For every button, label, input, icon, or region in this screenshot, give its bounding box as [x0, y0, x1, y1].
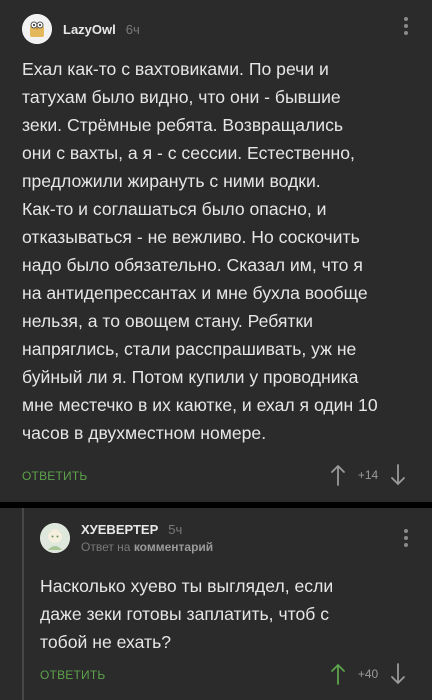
avatar[interactable]	[22, 14, 52, 44]
username[interactable]: LazyOwl	[63, 22, 116, 37]
arrow-down-icon[interactable]	[390, 662, 406, 686]
vote-controls: +40	[330, 662, 406, 686]
reply-prefix: Ответ на	[81, 540, 131, 554]
reply-comment-card: ХУЕВЕРТЕР 5ч Ответ на комментарий Наскол…	[0, 508, 432, 700]
more-vertical-icon[interactable]	[404, 529, 408, 547]
vote-controls: +14	[330, 463, 406, 487]
comment-header: LazyOwl 6ч	[22, 12, 140, 46]
comment-time: 6ч	[125, 21, 140, 37]
username[interactable]: ХУЕВЕРТЕР	[81, 522, 158, 537]
thread-line[interactable]	[22, 508, 24, 700]
rating-count: +40	[357, 667, 379, 681]
reply-to-line: Ответ на комментарий	[81, 540, 213, 554]
arrow-down-icon[interactable]	[390, 463, 406, 487]
comment-text: Ехал как-то с вахтовиками. По речи и тат…	[22, 59, 378, 443]
arrow-up-icon[interactable]	[330, 662, 346, 686]
reply-button[interactable]: ОТВЕТИТЬ	[40, 668, 105, 682]
reply-target-link[interactable]: комментарий	[134, 540, 213, 554]
owl-avatar-icon	[22, 14, 52, 44]
arrow-up-icon[interactable]	[330, 463, 346, 487]
comment-card: LazyOwl 6ч Ехал как-то с вахтовиками. По…	[0, 0, 432, 502]
comment-header: ХУЕВЕРТЕР 5ч Ответ на комментарий	[40, 518, 213, 558]
reply-button[interactable]: ОТВЕТИТЬ	[22, 469, 87, 483]
more-vertical-icon[interactable]	[404, 17, 408, 35]
rating-count: +14	[357, 468, 379, 482]
comment-time: 5ч	[168, 522, 183, 537]
avatar[interactable]	[40, 523, 70, 553]
comment-text: Насколько хуево ты выглядел, если даже з…	[40, 576, 334, 652]
character-avatar-icon	[40, 523, 70, 553]
